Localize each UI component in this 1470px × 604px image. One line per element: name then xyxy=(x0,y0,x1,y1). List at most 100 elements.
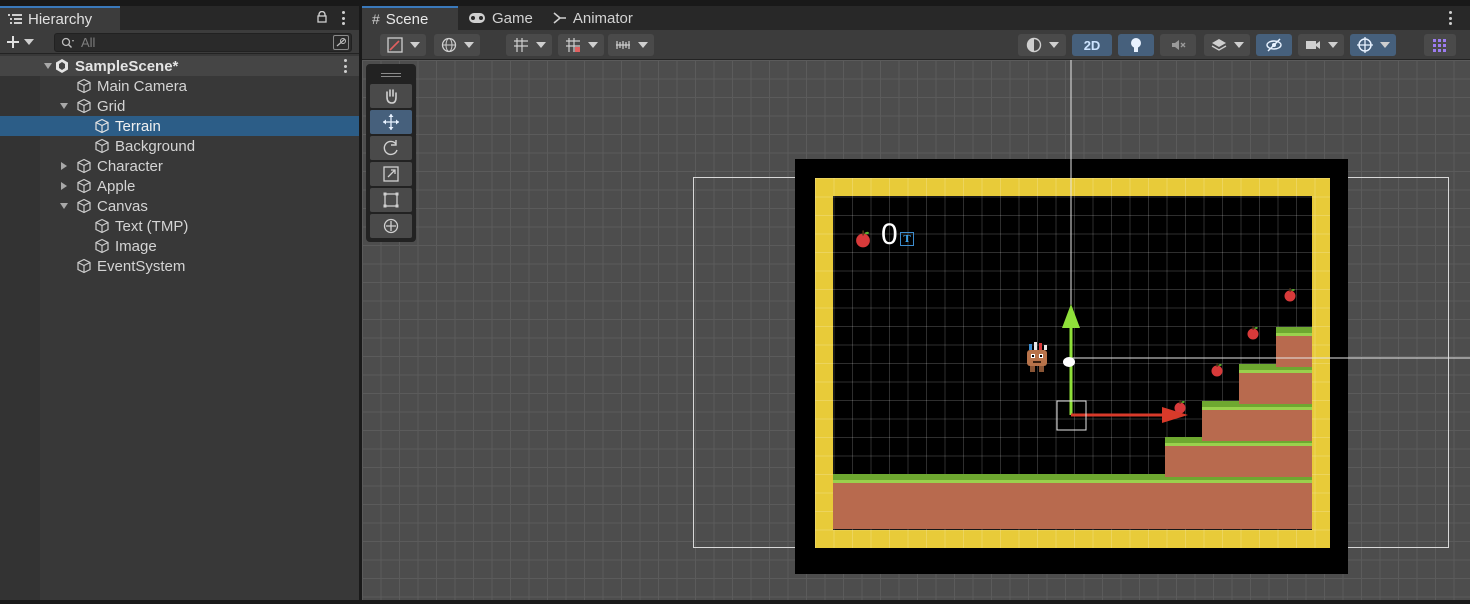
hash-icon: # xyxy=(372,11,380,27)
gameobject-cube-icon xyxy=(95,218,109,234)
score-text[interactable]: 0 xyxy=(881,220,898,250)
apple-icon[interactable] xyxy=(1245,324,1261,340)
ground-tiles[interactable] xyxy=(833,474,1312,529)
hierarchy-item-eventsystem[interactable]: EventSystem xyxy=(0,256,359,276)
rect-icon xyxy=(383,192,399,208)
lighting-toggle[interactable] xyxy=(1118,34,1154,56)
hierarchy-item-apple[interactable]: Apple xyxy=(0,176,359,196)
hierarchy-item-label: Main Camera xyxy=(97,77,188,95)
draw-mode-dropdown[interactable] xyxy=(380,34,426,56)
tab-hierarchy[interactable]: Hierarchy xyxy=(0,6,120,30)
hierarchy-tab-label: Hierarchy xyxy=(28,10,93,28)
grid-snap-icon xyxy=(514,38,528,52)
gamepad-icon xyxy=(469,13,485,23)
ruler-dropdown[interactable] xyxy=(608,34,654,56)
layers-icon xyxy=(1211,39,1227,51)
expand-arrow-icon[interactable] xyxy=(42,56,54,76)
tools-overlay xyxy=(366,64,416,242)
hierarchy-item-main-camera[interactable]: Main Camera xyxy=(0,76,359,96)
magnet-grid-icon xyxy=(566,38,580,52)
rotate-tool[interactable] xyxy=(370,136,412,160)
brush-icon xyxy=(387,37,403,53)
hierarchy-item-grid[interactable]: Grid xyxy=(0,96,359,116)
apple-icon[interactable] xyxy=(1282,286,1298,302)
step-tiles-4[interactable] xyxy=(1276,327,1312,367)
scene-row[interactable]: SampleScene* xyxy=(0,56,359,76)
gizmos-dropdown[interactable] xyxy=(1350,34,1396,56)
globe-icon xyxy=(441,37,457,53)
audio-toggle[interactable] xyxy=(1160,34,1196,56)
collapse-arrow-icon[interactable] xyxy=(58,176,70,196)
drag-handle[interactable] xyxy=(370,68,412,82)
hierarchy-item-label: Terrain xyxy=(115,117,161,135)
hierarchy-tree: SampleScene* Main Camera Grid Terrain Ba… xyxy=(0,56,359,276)
tab-label: Game xyxy=(492,9,533,27)
toggle-2d-button[interactable]: 2D xyxy=(1072,34,1112,56)
hierarchy-item-label: Character xyxy=(97,157,163,175)
hierarchy-item-label: EventSystem xyxy=(97,257,186,275)
scene-toolbar: 2D xyxy=(362,30,1470,60)
hierarchy-item-text-tmp[interactable]: Text (TMP) xyxy=(0,216,359,236)
scene-viewport[interactable]: 0 T xyxy=(362,60,1470,600)
hierarchy-item-canvas[interactable]: Canvas xyxy=(0,196,359,216)
hand-icon xyxy=(386,89,397,104)
search-input[interactable] xyxy=(81,35,321,50)
gameobject-cube-icon xyxy=(95,238,109,254)
expand-arrow-icon[interactable] xyxy=(58,196,70,216)
chevron-down-icon xyxy=(24,39,34,45)
gameobject-cube-icon xyxy=(77,158,91,174)
scene-menu-icon[interactable] xyxy=(1448,11,1452,25)
scene-menu-icon[interactable] xyxy=(343,59,347,73)
hierarchy-tabbar: Hierarchy xyxy=(0,6,359,30)
expand-arrow-icon[interactable] xyxy=(58,96,70,116)
plus-icon xyxy=(7,36,19,48)
hierarchy-item-label: Background xyxy=(115,137,196,155)
camera-dropdown[interactable] xyxy=(1298,34,1344,56)
search-expand-icon[interactable] xyxy=(333,35,349,50)
gizmo-icon xyxy=(1357,37,1373,53)
hierarchy-item-label: Apple xyxy=(97,177,136,195)
hierarchy-item-terrain[interactable]: Terrain xyxy=(0,116,359,136)
shading-mode-dropdown[interactable] xyxy=(1018,34,1066,56)
grid-dots-icon xyxy=(1433,39,1446,52)
tab-scene[interactable]: # Scene xyxy=(362,6,458,30)
scene-name: SampleScene* xyxy=(75,57,179,75)
apple-icon[interactable] xyxy=(853,228,873,248)
apple-icon[interactable] xyxy=(1209,361,1225,377)
effects-dropdown[interactable] xyxy=(1204,34,1250,56)
move-tool[interactable] xyxy=(370,110,412,134)
eye-hidden-icon xyxy=(1266,38,1282,52)
hierarchy-item-character[interactable]: Character xyxy=(0,156,359,176)
scene-visibility-toggle[interactable] xyxy=(1256,34,1292,56)
apple-icon[interactable] xyxy=(1172,398,1188,414)
tab-game[interactable]: Game xyxy=(458,6,543,30)
grid-snap-dropdown[interactable] xyxy=(506,34,552,56)
tile-palette-button[interactable] xyxy=(1424,34,1456,56)
gameobject-cube-icon xyxy=(77,198,91,214)
scale-tool[interactable] xyxy=(370,162,412,186)
hierarchy-search[interactable] xyxy=(54,33,352,52)
speaker-muted-icon xyxy=(1172,40,1186,50)
tab-label: Animator xyxy=(572,9,633,27)
tab-animator[interactable]: Animator xyxy=(543,6,643,30)
hierarchy-item-background[interactable]: Background xyxy=(0,136,359,156)
gameobject-cube-icon xyxy=(95,138,109,154)
sphere-icon xyxy=(1026,37,1042,53)
transform-tool[interactable] xyxy=(370,214,412,238)
hierarchy-item-image[interactable]: Image xyxy=(0,236,359,256)
global-local-dropdown[interactable] xyxy=(434,34,480,56)
hand-tool[interactable] xyxy=(370,84,412,108)
gameobject-cube-icon xyxy=(77,78,91,94)
rect-tool[interactable] xyxy=(370,188,412,212)
step-tiles-2[interactable] xyxy=(1202,401,1312,441)
step-tiles-3[interactable] xyxy=(1239,364,1312,404)
character-sprite[interactable] xyxy=(1024,342,1050,376)
step-tiles-1[interactable] xyxy=(1165,437,1312,477)
add-object-button[interactable] xyxy=(6,33,42,51)
hierarchy-menu-icon[interactable] xyxy=(341,11,345,25)
camera-icon xyxy=(1306,41,1320,49)
collapse-arrow-icon[interactable] xyxy=(58,156,70,176)
transform-icon xyxy=(383,218,399,234)
lock-icon[interactable] xyxy=(317,11,327,23)
snap-increment-dropdown[interactable] xyxy=(558,34,604,56)
